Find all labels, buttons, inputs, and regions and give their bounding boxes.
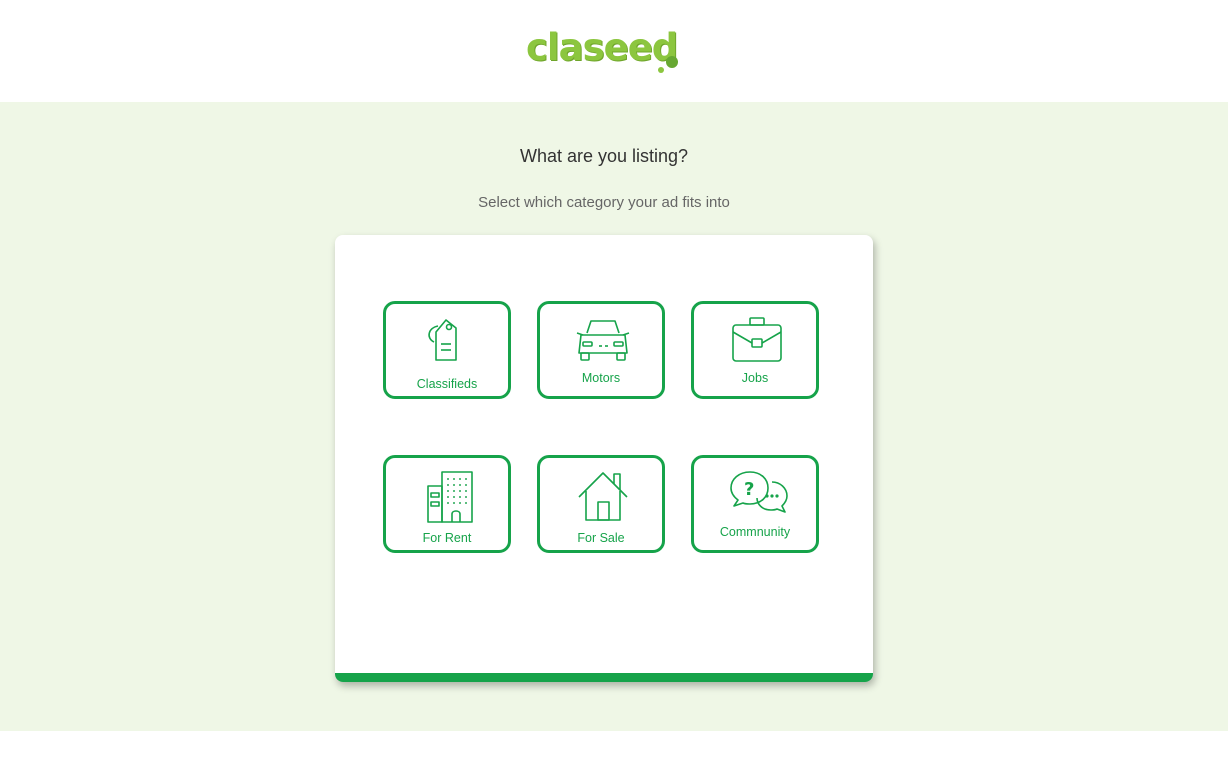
house-icon — [578, 472, 628, 521]
briefcase-icon — [732, 317, 782, 362]
logo-small-dot-icon — [658, 67, 664, 73]
svg-text:?: ? — [744, 479, 754, 500]
category-label: For Sale — [577, 531, 625, 545]
category-classifieds-button[interactable]: Classifieds — [383, 301, 511, 399]
logo-dot-icon — [666, 56, 678, 68]
category-label: Commnunity — [719, 525, 791, 539]
logo-text: claseed — [526, 26, 678, 69]
category-for-sale-button[interactable]: For Sale — [537, 455, 665, 553]
building-icon — [427, 471, 473, 523]
category-label: Classifieds — [416, 377, 478, 391]
price-tag-icon — [428, 319, 457, 361]
car-icon — [576, 320, 630, 361]
category-label: For Rent — [422, 531, 472, 545]
category-card: Classifieds Motors Jobs For Rent For Sal… — [335, 235, 873, 682]
category-jobs-button[interactable]: Jobs — [691, 301, 819, 399]
claseed-logo[interactable]: claseed — [526, 26, 686, 76]
category-community-button[interactable]: ? Commnunity — [691, 455, 819, 553]
page-title: What are you listing? — [519, 146, 689, 166]
page-subtitle: Select which category your ad fits into — [478, 194, 730, 211]
category-for-rent-button[interactable]: For Rent — [383, 455, 511, 553]
chat-bubbles-icon: ? — [730, 471, 788, 513]
category-motors-button[interactable]: Motors — [537, 301, 665, 399]
category-label: Jobs — [741, 371, 769, 385]
card-bottom-bar — [335, 673, 873, 682]
category-label: Motors — [581, 371, 621, 385]
header: claseed — [0, 0, 1228, 102]
